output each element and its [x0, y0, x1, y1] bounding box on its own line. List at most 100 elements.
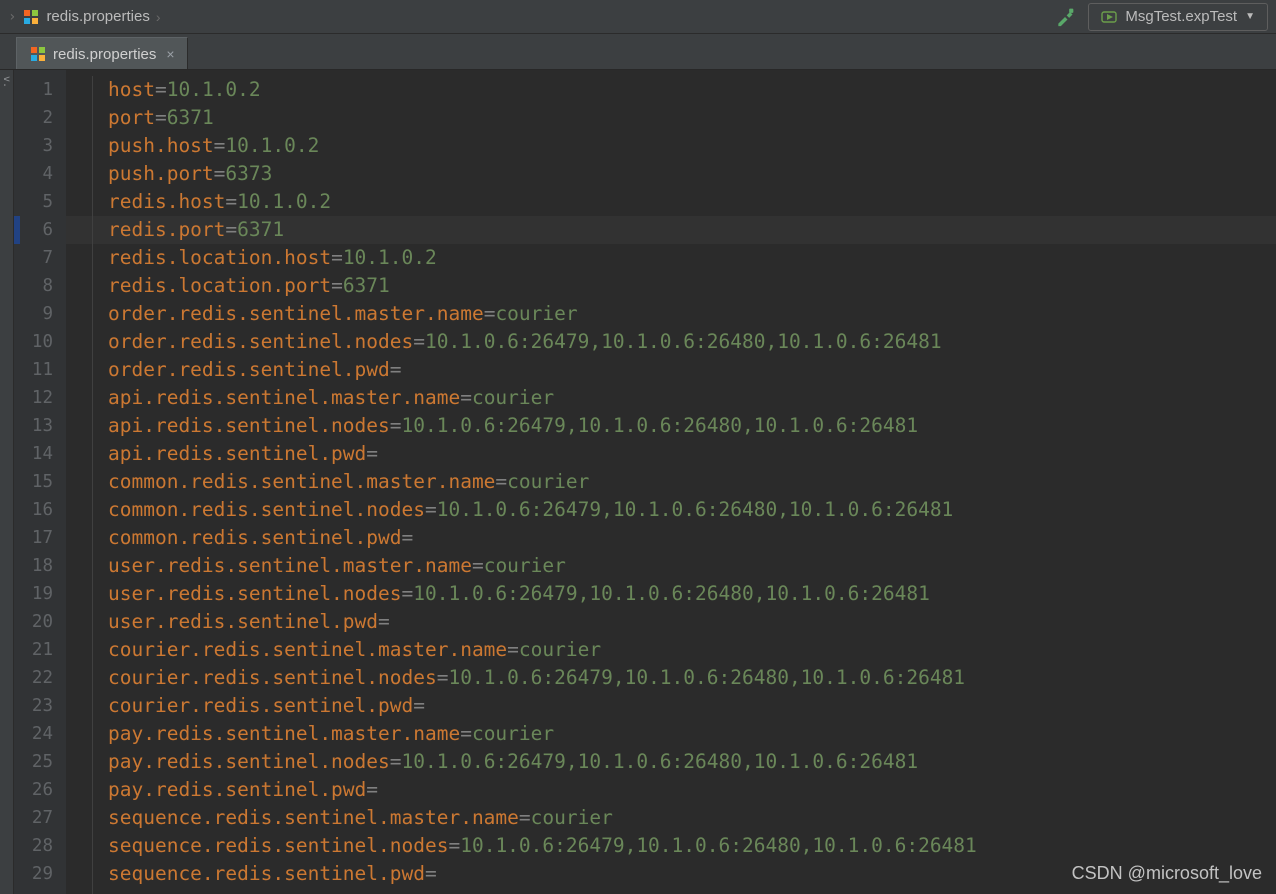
equals-sign: = — [460, 722, 472, 745]
line-number: 17 — [14, 524, 65, 552]
property-value: 10.1.0.2 — [167, 78, 261, 101]
equals-sign: = — [495, 470, 507, 493]
editor-tab-label: redis.properties — [53, 46, 156, 63]
property-key: order.redis.sentinel.master.name — [108, 302, 484, 325]
equals-sign: = — [425, 498, 437, 521]
property-key: redis.location.host — [108, 246, 331, 269]
code-line[interactable]: user.redis.sentinel.pwd= — [66, 608, 1276, 636]
property-value: courier — [519, 638, 601, 661]
line-number-gutter: 1234567891011121314151617181920212223242… — [14, 70, 66, 894]
code-line[interactable]: redis.host=10.1.0.2 — [66, 188, 1276, 216]
code-line[interactable]: api.redis.sentinel.master.name=courier — [66, 384, 1276, 412]
code-line[interactable]: sequence.redis.sentinel.master.name=cour… — [66, 804, 1276, 832]
run-configuration-dropdown[interactable]: MsgTest.expTest ▼ — [1088, 3, 1268, 31]
property-key: redis.location.port — [108, 274, 331, 297]
breadcrumb[interactable]: redis.properties › — [22, 8, 160, 26]
code-line[interactable]: common.redis.sentinel.master.name=courie… — [66, 468, 1276, 496]
code-line[interactable]: user.redis.sentinel.master.name=courier — [66, 552, 1276, 580]
code-line[interactable]: courier.redis.sentinel.pwd= — [66, 692, 1276, 720]
property-value: 10.1.0.2 — [237, 190, 331, 213]
editor-tab-bar: redis.properties × — [0, 34, 1276, 70]
equals-sign: = — [437, 666, 449, 689]
close-icon[interactable]: × — [166, 46, 174, 62]
property-key: api.redis.sentinel.nodes — [108, 414, 390, 437]
equals-sign: = — [366, 778, 378, 801]
property-value: 10.1.0.6:26479,10.1.0.6:26480,10.1.0.6:2… — [425, 330, 942, 353]
code-line[interactable]: pay.redis.sentinel.pwd= — [66, 776, 1276, 804]
code-line[interactable]: port=6371 — [66, 104, 1276, 132]
property-value: courier — [472, 386, 554, 409]
code-line[interactable]: redis.location.port=6371 — [66, 272, 1276, 300]
code-line[interactable]: host=10.1.0.2 — [66, 76, 1276, 104]
code-area[interactable]: host=10.1.0.2port=6371push.host=10.1.0.2… — [66, 70, 1276, 894]
code-line[interactable]: common.redis.sentinel.pwd= — [66, 524, 1276, 552]
property-value: 10.1.0.6:26479,10.1.0.6:26480,10.1.0.6:2… — [402, 750, 919, 773]
editor-tab[interactable]: redis.properties × — [16, 37, 188, 69]
line-number: 12 — [14, 384, 65, 412]
property-key: sequence.redis.sentinel.pwd — [108, 862, 425, 885]
navigation-bar: › redis.properties › MsgTest.expTest ▼ — [0, 0, 1276, 34]
property-value: 10.1.0.6:26479,10.1.0.6:26480,10.1.0.6:2… — [402, 414, 919, 437]
code-line[interactable]: courier.redis.sentinel.master.name=couri… — [66, 636, 1276, 664]
property-value: 10.1.0.2 — [343, 246, 437, 269]
property-key: common.redis.sentinel.master.name — [108, 470, 495, 493]
equals-sign: = — [484, 302, 496, 325]
editor: v. 1234567891011121314151617181920212223… — [0, 70, 1276, 894]
code-line[interactable]: pay.redis.sentinel.nodes=10.1.0.6:26479,… — [66, 748, 1276, 776]
breadcrumb-chevron-icon: › — [8, 9, 16, 25]
code-line[interactable]: courier.redis.sentinel.nodes=10.1.0.6:26… — [66, 664, 1276, 692]
line-number: 20 — [14, 608, 65, 636]
property-value: 10.1.0.6:26479,10.1.0.6:26480,10.1.0.6:2… — [437, 498, 954, 521]
equals-sign: = — [519, 806, 531, 829]
code-line[interactable]: redis.location.host=10.1.0.2 — [66, 244, 1276, 272]
property-value: 10.1.0.6:26479,10.1.0.6:26480,10.1.0.6:2… — [413, 582, 930, 605]
code-line[interactable]: order.redis.sentinel.master.name=courier — [66, 300, 1276, 328]
build-icon[interactable] — [1052, 4, 1078, 30]
equals-sign: = — [366, 442, 378, 465]
code-line[interactable]: push.host=10.1.0.2 — [66, 132, 1276, 160]
line-number: 5 — [14, 188, 65, 216]
line-number: 2 — [14, 104, 65, 132]
equals-sign: = — [425, 862, 437, 885]
equals-sign: = — [225, 218, 237, 241]
line-number: 27 — [14, 804, 65, 832]
code-line[interactable]: api.redis.sentinel.pwd= — [66, 440, 1276, 468]
code-line[interactable]: push.port=6373 — [66, 160, 1276, 188]
line-number: 23 — [14, 692, 65, 720]
property-key: pay.redis.sentinel.master.name — [108, 722, 460, 745]
code-line[interactable]: common.redis.sentinel.nodes=10.1.0.6:264… — [66, 496, 1276, 524]
property-key: pay.redis.sentinel.nodes — [108, 750, 390, 773]
property-value: courier — [495, 302, 577, 325]
line-number: 26 — [14, 776, 65, 804]
equals-sign: = — [402, 582, 414, 605]
code-line[interactable]: redis.port=6371 — [66, 216, 1276, 244]
property-key: push.port — [108, 162, 214, 185]
tool-window-stub[interactable]: v. — [0, 70, 14, 894]
property-key: push.host — [108, 134, 214, 157]
code-line[interactable]: api.redis.sentinel.nodes=10.1.0.6:26479,… — [66, 412, 1276, 440]
equals-sign: = — [214, 134, 226, 157]
equals-sign: = — [390, 750, 402, 773]
property-key: user.redis.sentinel.pwd — [108, 610, 378, 633]
line-number: 10 — [14, 328, 65, 356]
indent-guide — [92, 76, 93, 894]
property-key: sequence.redis.sentinel.nodes — [108, 834, 448, 857]
equals-sign: = — [225, 190, 237, 213]
equals-sign: = — [460, 386, 472, 409]
chevron-down-icon: ▼ — [1245, 11, 1255, 22]
equals-sign: = — [155, 78, 167, 101]
property-key: courier.redis.sentinel.nodes — [108, 666, 437, 689]
equals-sign: = — [331, 246, 343, 269]
code-line[interactable]: order.redis.sentinel.nodes=10.1.0.6:2647… — [66, 328, 1276, 356]
line-number: 7 — [14, 244, 65, 272]
equals-sign: = — [155, 106, 167, 129]
line-number: 6 — [14, 216, 65, 244]
breadcrumb-end-chevron-icon: › — [156, 9, 161, 25]
line-number: 8 — [14, 272, 65, 300]
property-key: host — [108, 78, 155, 101]
code-line[interactable]: user.redis.sentinel.nodes=10.1.0.6:26479… — [66, 580, 1276, 608]
code-line[interactable]: order.redis.sentinel.pwd= — [66, 356, 1276, 384]
code-line[interactable]: sequence.redis.sentinel.nodes=10.1.0.6:2… — [66, 832, 1276, 860]
code-line[interactable]: pay.redis.sentinel.master.name=courier — [66, 720, 1276, 748]
run-config-icon — [1101, 9, 1117, 25]
